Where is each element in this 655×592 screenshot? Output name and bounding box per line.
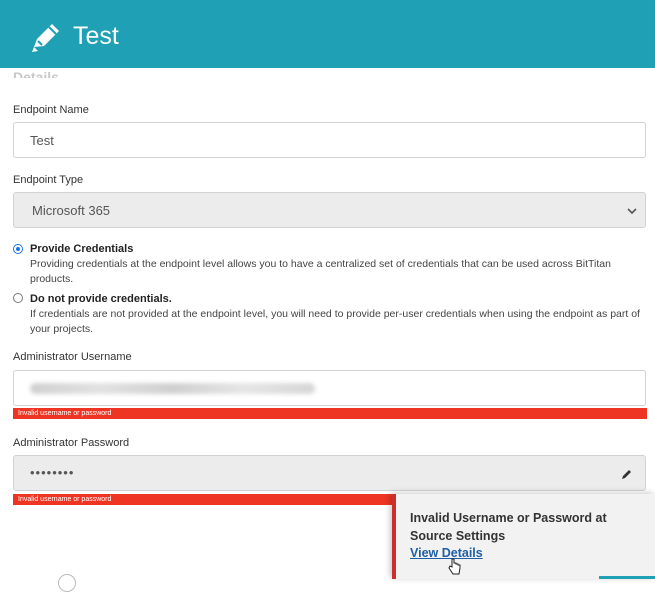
section-heading: Details — [13, 69, 59, 78]
toast-message: Invalid Username or Password at Source S… — [410, 511, 607, 543]
hand-cursor-icon — [448, 558, 461, 575]
page-title: Test — [73, 22, 119, 50]
partial-control — [58, 574, 76, 592]
chevron-down-icon — [627, 208, 637, 215]
admin-password-label: Administrator Password — [13, 437, 130, 449]
endpoint-type-label: Endpoint Type — [13, 174, 84, 186]
provide-credentials-title: Provide Credentials — [30, 243, 134, 255]
no-credentials-title: Do not provide credentials. — [30, 293, 172, 305]
provide-credentials-radio[interactable] — [13, 244, 23, 254]
no-credentials-description: If credentials are not provided at the e… — [30, 308, 640, 335]
endpoint-type-select[interactable]: Microsoft 365 — [13, 192, 646, 228]
admin-password-input[interactable]: •••••••• — [13, 455, 646, 491]
error-toast: Invalid Username or Password at Source S… — [392, 494, 655, 579]
endpoint-name-label: Endpoint Name — [13, 104, 89, 116]
admin-username-label: Administrator Username — [13, 351, 132, 363]
provide-credentials-description: Providing credentials at the endpoint le… — [30, 258, 611, 285]
view-details-link[interactable]: View Details — [410, 546, 483, 560]
edit-icon[interactable] — [621, 468, 633, 480]
endpoint-name-input[interactable]: Test — [13, 122, 646, 158]
password-value: •••••••• — [30, 465, 75, 480]
endpoint-type-value: Microsoft 365 — [32, 203, 111, 218]
admin-username-input[interactable] — [13, 370, 646, 406]
endpoint-name-value: Test — [30, 133, 54, 148]
pencil-icon — [32, 24, 59, 52]
blurred-username — [30, 383, 315, 394]
no-credentials-radio[interactable] — [13, 293, 23, 303]
username-error: Invalid username or password — [13, 408, 647, 419]
dialog-header: Test — [0, 0, 655, 68]
